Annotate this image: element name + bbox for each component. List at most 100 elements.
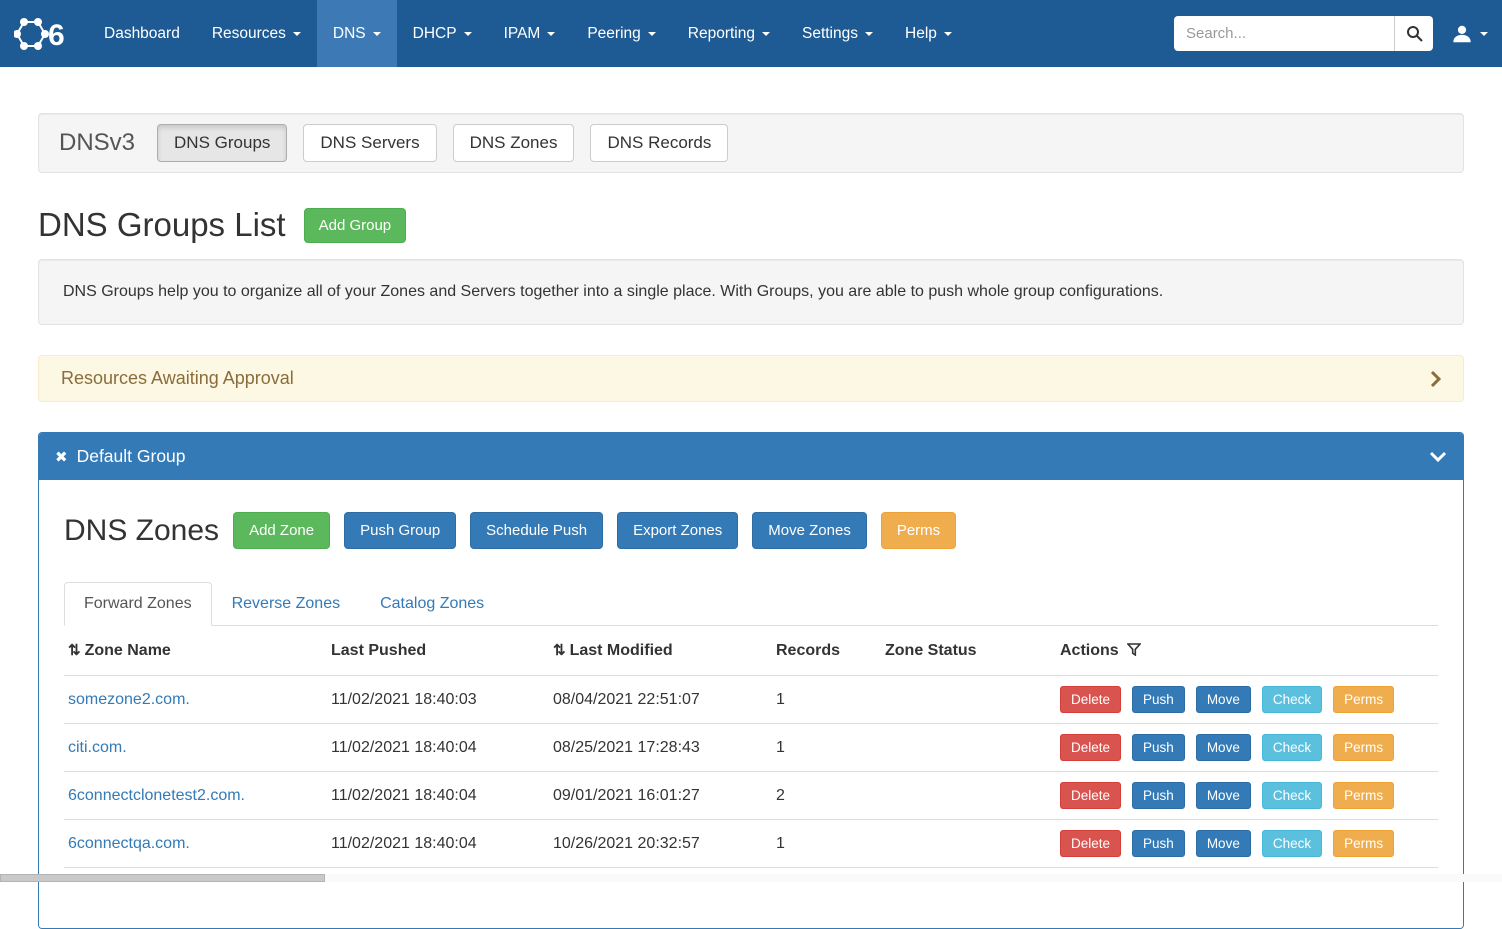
- sort-icon: ⇅: [68, 642, 81, 659]
- column-header-last-modified[interactable]: ⇅Last Modified: [549, 626, 772, 676]
- dnsv3-label: DNSv3: [59, 129, 135, 157]
- perms-button[interactable]: Perms: [1333, 782, 1394, 809]
- delete-button[interactable]: Delete: [1060, 830, 1121, 857]
- zone-status-cell: [881, 676, 1056, 724]
- move-button[interactable]: Move: [1196, 734, 1251, 761]
- chevron-down-icon: [464, 32, 472, 36]
- delete-button[interactable]: Delete: [1060, 686, 1121, 713]
- push-group-button[interactable]: Push Group: [344, 512, 456, 549]
- chevron-down-icon: [865, 32, 873, 36]
- dns-servers-button[interactable]: DNS Servers: [303, 124, 436, 162]
- table-row: 6connectqa.com. 11/02/2021 18:40:04 10/2…: [64, 820, 1438, 868]
- last-modified-cell: 10/26/2021 20:32:57: [549, 820, 772, 868]
- chevron-down-icon: [547, 32, 555, 36]
- zones-table: ⇅Zone Name Last Pushed ⇅Last Modified Re…: [64, 626, 1438, 868]
- chevron-down-icon: [1480, 32, 1488, 36]
- last-modified-cell: 08/25/2021 17:28:43: [549, 724, 772, 772]
- top-navbar: 6 Dashboard Resources DNS DHCP IPAM Peer…: [0, 0, 1502, 67]
- records-cell: 2: [772, 772, 881, 820]
- last-pushed-cell: 11/02/2021 18:40:04: [327, 820, 549, 868]
- nav-item-settings[interactable]: Settings: [786, 0, 889, 67]
- chevron-down-icon: [1429, 451, 1447, 462]
- group-panel-header[interactable]: ✖ Default Group: [39, 433, 1463, 480]
- move-button[interactable]: Move: [1196, 686, 1251, 713]
- zone-name-link[interactable]: somezone2.com.: [68, 691, 190, 708]
- dns-records-button[interactable]: DNS Records: [590, 124, 728, 162]
- horizontal-scrollbar-thumb[interactable]: [0, 874, 325, 882]
- perms-button[interactable]: Perms: [1333, 734, 1394, 761]
- check-button[interactable]: Check: [1262, 686, 1322, 713]
- nav-item-help[interactable]: Help: [889, 0, 968, 67]
- export-zones-button[interactable]: Export Zones: [617, 512, 738, 549]
- nav-item-dhcp[interactable]: DHCP: [397, 0, 488, 67]
- add-group-button[interactable]: Add Group: [304, 208, 407, 243]
- nav-item-dashboard[interactable]: Dashboard: [88, 0, 196, 67]
- nav-item-resources[interactable]: Resources: [196, 0, 317, 67]
- zone-status-cell: [881, 724, 1056, 772]
- zone-name-link[interactable]: 6connectclonetest2.com.: [68, 787, 245, 804]
- table-row: 6connectclonetest2.com. 11/02/2021 18:40…: [64, 772, 1438, 820]
- last-pushed-cell: 11/02/2021 18:40:04: [327, 772, 549, 820]
- zone-tabs: Forward Zones Reverse Zones Catalog Zone…: [64, 582, 1438, 626]
- sort-icon: ⇅: [553, 642, 566, 659]
- check-button[interactable]: Check: [1262, 734, 1322, 761]
- zone-status-cell: [881, 820, 1056, 868]
- check-button[interactable]: Check: [1262, 830, 1322, 857]
- column-header-zone-name[interactable]: ⇅Zone Name: [64, 626, 327, 676]
- perms-button[interactable]: Perms: [1333, 686, 1394, 713]
- zone-name-link[interactable]: citi.com.: [68, 739, 127, 756]
- push-button[interactable]: Push: [1132, 830, 1185, 857]
- brand-hexagon-icon: 6: [14, 11, 72, 57]
- add-zone-button[interactable]: Add Zone: [233, 512, 330, 549]
- table-row: citi.com. 11/02/2021 18:40:04 08/25/2021…: [64, 724, 1438, 772]
- records-cell: 1: [772, 724, 881, 772]
- nav-item-reporting[interactable]: Reporting: [672, 0, 786, 67]
- tab-forward-zones[interactable]: Forward Zones: [64, 582, 212, 626]
- group-panel-body: DNS Zones Add Zone Push Group Schedule P…: [39, 480, 1463, 928]
- svg-text:6: 6: [48, 19, 65, 52]
- dns-zones-button[interactable]: DNS Zones: [453, 124, 575, 162]
- group-perms-button[interactable]: Perms: [881, 512, 956, 549]
- search-input[interactable]: [1174, 16, 1394, 51]
- nav-item-peering[interactable]: Peering: [571, 0, 671, 67]
- column-header-last-pushed[interactable]: Last Pushed: [327, 626, 549, 676]
- chevron-right-icon: [1430, 370, 1441, 388]
- navbar-right: [1174, 0, 1502, 67]
- row-actions: Delete Push Move Check Perms: [1060, 782, 1430, 809]
- nav-item-dns[interactable]: DNS: [317, 0, 397, 67]
- chevron-down-icon: [293, 32, 301, 36]
- collapse-toggle[interactable]: [1429, 451, 1447, 462]
- column-header-actions[interactable]: Actions: [1056, 626, 1438, 676]
- chevron-down-icon: [648, 32, 656, 36]
- move-button[interactable]: Move: [1196, 782, 1251, 809]
- push-button[interactable]: Push: [1132, 734, 1185, 761]
- zone-name-link[interactable]: 6connectqa.com.: [68, 835, 190, 852]
- schedule-push-button[interactable]: Schedule Push: [470, 512, 603, 549]
- search-button[interactable]: [1394, 16, 1433, 51]
- delete-button[interactable]: Delete: [1060, 734, 1121, 761]
- push-button[interactable]: Push: [1132, 686, 1185, 713]
- dnsv3-toolbar: DNSv3 DNS Groups DNS Servers DNS Zones D…: [38, 113, 1464, 173]
- group-title: Default Group: [77, 446, 186, 467]
- column-header-zone-status[interactable]: Zone Status: [881, 626, 1056, 676]
- close-icon[interactable]: ✖: [55, 448, 68, 466]
- tab-catalog-zones[interactable]: Catalog Zones: [360, 582, 504, 626]
- resources-awaiting-approval-panel[interactable]: Resources Awaiting Approval: [38, 355, 1464, 402]
- nav-item-ipam[interactable]: IPAM: [488, 0, 572, 67]
- delete-button[interactable]: Delete: [1060, 782, 1121, 809]
- check-button[interactable]: Check: [1262, 782, 1322, 809]
- 6connect-logo[interactable]: 6: [8, 0, 88, 67]
- user-menu[interactable]: [1451, 23, 1488, 45]
- last-pushed-cell: 11/02/2021 18:40:03: [327, 676, 549, 724]
- zones-header: DNS Zones Add Zone Push Group Schedule P…: [64, 512, 1438, 549]
- push-button[interactable]: Push: [1132, 782, 1185, 809]
- filter-icon[interactable]: [1127, 643, 1141, 656]
- tab-reverse-zones[interactable]: Reverse Zones: [212, 582, 361, 626]
- approval-panel-title: Resources Awaiting Approval: [61, 368, 294, 389]
- dns-groups-button[interactable]: DNS Groups: [157, 124, 287, 162]
- default-group-panel: ✖ Default Group DNS Zones Add Zone Push …: [38, 432, 1464, 929]
- move-zones-button[interactable]: Move Zones: [752, 512, 867, 549]
- perms-button[interactable]: Perms: [1333, 830, 1394, 857]
- column-header-records[interactable]: Records: [772, 626, 881, 676]
- move-button[interactable]: Move: [1196, 830, 1251, 857]
